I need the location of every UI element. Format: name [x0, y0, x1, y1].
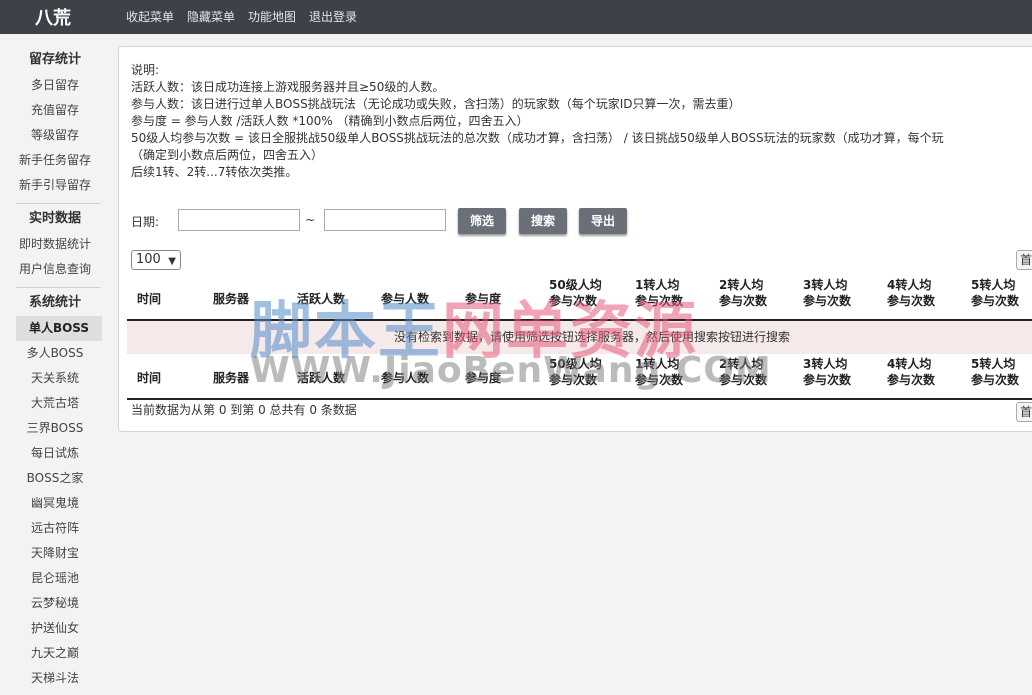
brand-logo: 八荒 — [35, 8, 71, 29]
sidebar-item[interactable]: 天关系统 — [0, 366, 110, 391]
first-page-button-bottom[interactable]: 首 — [1016, 402, 1032, 422]
column-header[interactable]: 服务器 — [213, 291, 249, 307]
collapse-menu-link[interactable]: 收起菜单 — [126, 8, 174, 25]
sidebar-item[interactable]: 新手任务留存 — [0, 148, 110, 173]
sidebar-item[interactable]: 三界BOSS — [0, 416, 110, 441]
column-header[interactable]: 参与人数 — [381, 291, 429, 307]
column-header[interactable]: 1转人均 参与次数 — [635, 356, 683, 388]
filter-button[interactable]: 筛选 — [458, 208, 506, 234]
column-header[interactable]: 参与度 — [465, 370, 501, 386]
column-header[interactable]: 服务器 — [213, 370, 249, 386]
sidebar-item[interactable]: 即时数据统计 — [0, 232, 110, 257]
sidebar-item[interactable]: 昆仑瑶池 — [0, 566, 110, 591]
column-header[interactable]: 3转人均 参与次数 — [803, 277, 851, 309]
first-page-button[interactable]: 首 — [1016, 250, 1032, 270]
sidebar-item[interactable]: BOSS之家 — [0, 466, 110, 491]
sidebar-section-title: 实时数据 — [28, 211, 81, 226]
logout-link[interactable]: 退出登录 — [309, 8, 357, 25]
description-line: 50级人均参与次数 = 该日全服挑战50级单人BOSS挑战玩法的总次数（成功才算… — [131, 131, 944, 145]
description-line: 参与人数：该日进行过单人BOSS挑战玩法（无论成功或失败，含扫荡）的玩家数（每个… — [131, 97, 741, 111]
description-line: 参与度 = 参与人数 /活跃人数 *100% （精确到小数点后两位，四舍五入） — [131, 114, 529, 128]
sidebar-item[interactable]: 等级留存 — [0, 123, 110, 148]
export-button[interactable]: 导出 — [579, 208, 627, 234]
column-header[interactable]: 50级人均 参与次数 — [549, 277, 602, 309]
sidebar-item[interactable]: 护送仙女 — [0, 616, 110, 641]
filter-bar: 日期: ~ 筛选 搜索 导出 — [131, 208, 1031, 234]
column-header[interactable]: 活跃人数 — [297, 370, 345, 386]
sidebar-item[interactable]: 天降财宝 — [0, 541, 110, 566]
page-size-value: 100 — [136, 252, 161, 267]
sidebar-item[interactable]: 新手引导留存 — [0, 173, 110, 198]
table-header: 时间 服务器 活跃人数 参与人数 参与度 50级人均 参与次数 1转人均 参与次数 2转人均 参与次… — [127, 277, 1032, 321]
start-date-input[interactable] — [178, 209, 300, 231]
description-line: 后续1转、2转...7转依次类推。 — [131, 165, 298, 179]
sidebar-section-title: 系统统计 — [28, 295, 81, 310]
sidebar-section-title: 留存统计 — [28, 52, 81, 67]
description-line: 说明: — [131, 63, 160, 77]
sidebar-item[interactable]: 云梦秘境 — [0, 591, 110, 616]
column-header[interactable]: 2转人均 参与次数 — [719, 356, 767, 388]
column-header[interactable]: 4转人均 参与次数 — [887, 356, 935, 388]
column-header[interactable]: 活跃人数 — [297, 291, 345, 307]
sidebar-item[interactable]: 大荒古塔 — [0, 391, 110, 416]
sidebar-item[interactable]: 九天之巅 — [0, 641, 110, 666]
column-header[interactable]: 2转人均 参与次数 — [719, 277, 767, 309]
sidebar-divider — [16, 203, 100, 204]
search-button[interactable]: 搜索 — [519, 208, 567, 234]
end-date-input[interactable] — [324, 209, 446, 231]
date-separator: ~ — [305, 213, 316, 227]
description-line: 活跃人数：该日成功连接上游戏服务器并且≥50级的人数。 — [131, 80, 445, 94]
column-header[interactable]: 5转人均 参与次数 — [971, 356, 1019, 388]
hide-menu-link[interactable]: 隐藏菜单 — [187, 8, 235, 25]
sidebar-item[interactable]: 多人BOSS — [0, 341, 110, 366]
description-line: （确定到小数点后两位，四舍五入） — [131, 148, 324, 162]
top-nav: 收起菜单 隐藏菜单 功能地图 退出登录 — [126, 8, 357, 25]
column-header[interactable]: 4转人均 参与次数 — [887, 277, 935, 309]
column-header[interactable]: 时间 — [137, 291, 161, 307]
column-header[interactable]: 50级人均 参与次数 — [549, 356, 602, 388]
table-info: 当前数据为从第 0 到第 0 总共有 0 条数据 — [131, 403, 357, 417]
sidebar-item[interactable]: 每日试炼 — [0, 441, 110, 466]
feature-map-link[interactable]: 功能地图 — [248, 8, 296, 25]
column-header[interactable]: 参与度 — [465, 291, 501, 307]
description: 说明: 活跃人数：该日成功连接上游戏服务器并且≥50级的人数。参与人数：该日进行过… — [131, 62, 1032, 181]
chevron-down-icon: ▼ — [168, 256, 176, 267]
sidebar-item[interactable]: 幽冥鬼境 — [0, 491, 110, 516]
sidebar-divider — [16, 287, 100, 288]
page-size-select[interactable]: 100 ▼ — [131, 250, 181, 270]
sidebar-item[interactable]: 用户信息查询 — [0, 257, 110, 282]
sidebar-item[interactable]: 远古符阵 — [0, 516, 110, 541]
date-label: 日期: — [131, 215, 160, 229]
sidebar-item[interactable]: 竞速系统 — [0, 691, 110, 695]
top-bar: 八荒 收起菜单 隐藏菜单 功能地图 退出登录 — [0, 0, 1032, 34]
sidebar-item[interactable]: 天梯斗法 — [0, 666, 110, 691]
sidebar: 留存统计多日留存 充值留存 等级留存 新手任务留存 新手引导留存实时数据即时数据统计 用户… — [0, 34, 110, 695]
main-panel: 说明: 活跃人数：该日成功连接上游戏服务器并且≥50级的人数。参与人数：该日进行过… — [118, 46, 1032, 432]
column-header[interactable]: 参与人数 — [381, 370, 429, 386]
column-header[interactable]: 5转人均 参与次数 — [971, 277, 1019, 309]
column-header[interactable]: 时间 — [137, 370, 161, 386]
table-footer-header: 时间 服务器 活跃人数 参与人数 参与度 50级人均 参与次数 1转人均 参与次数 2转人均 参与次… — [127, 356, 1032, 400]
empty-message-row: 没有检索到数据，请使用筛选按钮选择服务器，然后使用搜索按钮进行搜索 — [127, 321, 1032, 354]
column-header[interactable]: 1转人均 参与次数 — [635, 277, 683, 309]
sidebar-item[interactable]: 单人BOSS — [16, 316, 102, 341]
sidebar-item[interactable]: 多日留存 — [0, 73, 110, 98]
column-header[interactable]: 3转人均 参与次数 — [803, 356, 851, 388]
sidebar-item[interactable]: 充值留存 — [0, 98, 110, 123]
